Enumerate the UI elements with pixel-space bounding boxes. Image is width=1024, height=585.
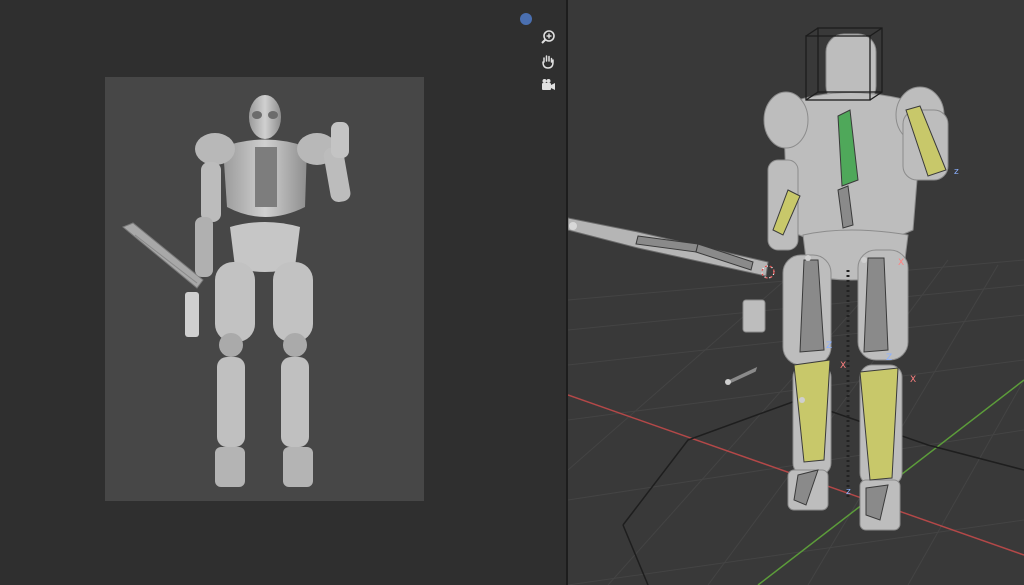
3d-viewport[interactable]: zXZXZXz bbox=[568, 0, 1024, 585]
axis-label: X bbox=[898, 258, 904, 268]
render-preview bbox=[105, 77, 424, 501]
magnifier-plus-icon[interactable] bbox=[537, 26, 559, 48]
axis-label: Z bbox=[886, 353, 892, 363]
axis-label: z bbox=[846, 487, 851, 497]
axis-label: X bbox=[910, 375, 916, 385]
camera-icon[interactable] bbox=[537, 74, 559, 96]
navigation-gizmo bbox=[515, 8, 555, 104]
axis-label: X bbox=[840, 361, 846, 371]
axis-label: Z bbox=[826, 341, 832, 351]
viewport-scene: zXZXZXz bbox=[568, 27, 1024, 585]
robot-render-image bbox=[122, 95, 351, 487]
hand-icon[interactable] bbox=[537, 50, 559, 72]
circle-dot-icon[interactable] bbox=[515, 8, 537, 30]
image-editor-area[interactable] bbox=[0, 0, 566, 585]
axis-label: z bbox=[954, 167, 959, 177]
